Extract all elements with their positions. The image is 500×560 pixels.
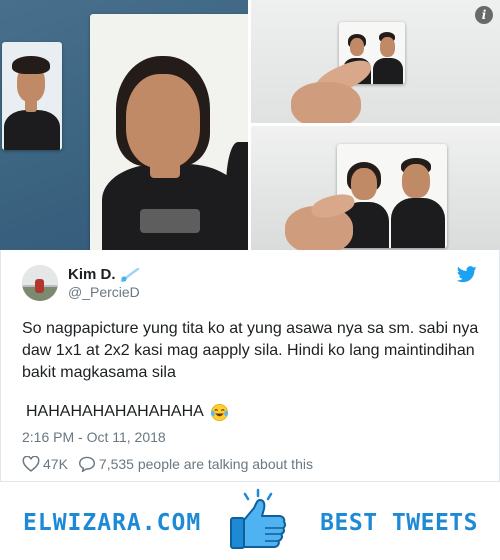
photo-id-pictures-closeup[interactable] bbox=[0, 0, 248, 250]
embedded-tweet: Kim D. @_PercieD So nagpapicture yung ti… bbox=[0, 250, 500, 482]
photo-holding-id-picture[interactable] bbox=[251, 0, 500, 123]
banner-site-name[interactable]: ELWIZARA.COM bbox=[23, 510, 201, 536]
tweet-timestamp[interactable]: 2:16 PM - Oct 11, 2018 bbox=[22, 429, 166, 445]
heart-icon bbox=[22, 456, 40, 472]
photo-holding-id-picture-closer[interactable] bbox=[251, 126, 500, 250]
conversation-link[interactable]: 7,535 people are talking about this bbox=[78, 456, 313, 472]
tweet-actions: 47K 7,535 people are talking about this bbox=[22, 456, 323, 472]
comment-icon bbox=[78, 456, 95, 472]
twitter-bird-icon[interactable] bbox=[457, 266, 477, 283]
display-name-text: Kim D. bbox=[68, 266, 116, 283]
avatar[interactable] bbox=[22, 265, 58, 301]
display-name[interactable]: Kim D. bbox=[68, 266, 140, 283]
banner-tagline: BEST TWEETS bbox=[320, 510, 478, 536]
comet-emoji-icon bbox=[120, 267, 139, 282]
like-count: 47K bbox=[43, 456, 68, 472]
user-handle[interactable]: @_PercieD bbox=[68, 284, 140, 300]
tweet-text: So nagpapicture yung tita ko at yung asa… bbox=[22, 320, 483, 381]
footer-banner: ELWIZARA.COM BEST TWEETS bbox=[0, 482, 500, 560]
tweet-laugh-line: HAHAHAHAHAHAHAHA bbox=[26, 401, 229, 423]
talking-count: 7,535 people are talking about this bbox=[98, 456, 313, 472]
info-icon[interactable]: i bbox=[475, 6, 493, 24]
laugh-text: HAHAHAHAHAHAHAHA bbox=[26, 403, 204, 420]
photo-collage: i bbox=[0, 0, 500, 250]
like-button[interactable]: 47K bbox=[22, 456, 68, 472]
tears-of-joy-emoji bbox=[210, 403, 228, 421]
thumbs-up-icon bbox=[230, 488, 287, 549]
